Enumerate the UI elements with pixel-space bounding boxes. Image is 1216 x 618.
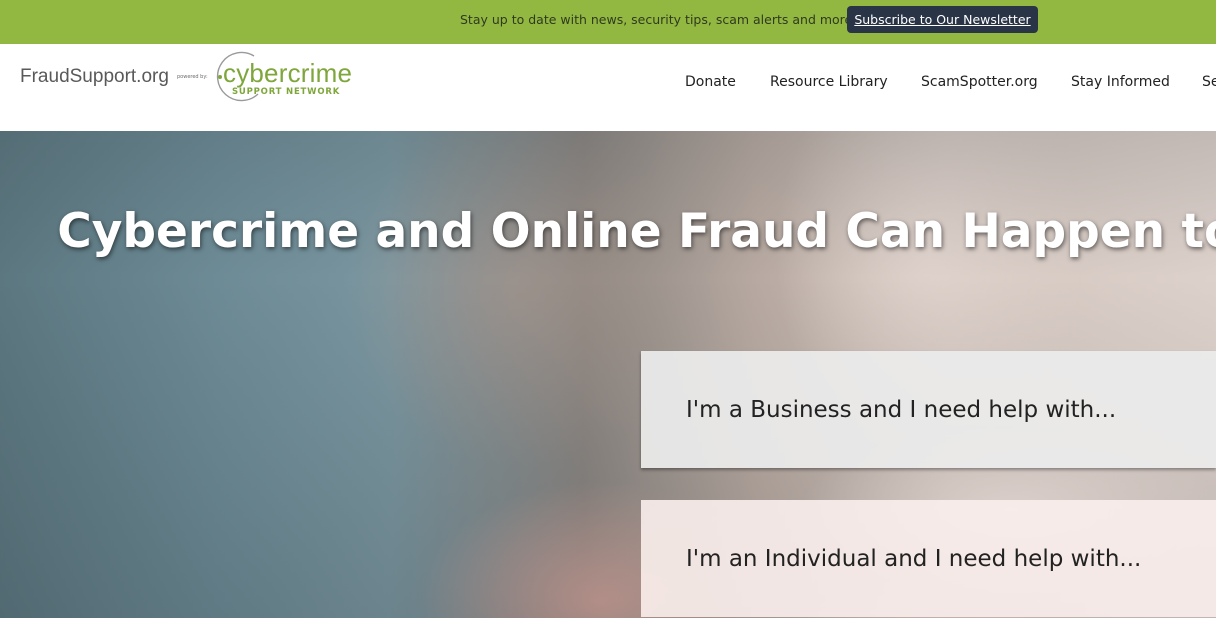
subscribe-newsletter-button[interactable]: Subscribe to Our Newsletter: [847, 6, 1038, 33]
hero-section: Cybercrime and Online Fraud Can Happen t…: [0, 131, 1216, 618]
business-help-card[interactable]: I'm a Business and I need help with...: [641, 351, 1216, 468]
hero-title: Cybercrime and Online Fraud Can Happen t…: [57, 204, 1216, 259]
nav-donate[interactable]: Donate: [685, 74, 736, 90]
main-nav: Donate Resource Library ScamSpotter.org …: [0, 74, 1216, 94]
individual-help-card[interactable]: I'm an Individual and I need help with..…: [641, 500, 1216, 617]
nav-scamspotter[interactable]: ScamSpotter.org: [921, 74, 1038, 90]
nav-item-truncated[interactable]: Se: [1202, 74, 1216, 90]
nav-stay-informed[interactable]: Stay Informed: [1071, 74, 1170, 90]
promo-bar: Stay up to date with news, security tips…: [0, 0, 1216, 44]
site-header: FraudSupport.org powered by: cybercrime …: [0, 44, 1216, 131]
nav-resource-library[interactable]: Resource Library: [770, 74, 888, 90]
promo-text: Stay up to date with news, security tips…: [460, 12, 857, 27]
